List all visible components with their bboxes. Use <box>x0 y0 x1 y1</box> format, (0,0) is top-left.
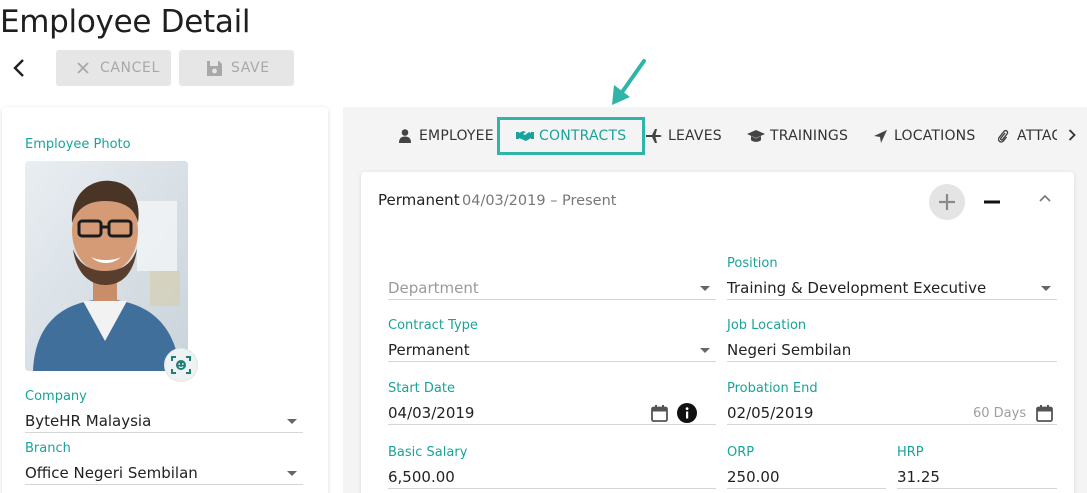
company-value: ByteHR Malaysia <box>25 412 152 430</box>
add-contract-button[interactable] <box>929 184 965 220</box>
tab-attachments[interactable]: ATTACH <box>994 118 1057 154</box>
chevron-left-icon <box>13 59 24 77</box>
remove-contract-button[interactable] <box>980 190 1004 214</box>
tab-contracts[interactable]: CONTRACTS <box>497 117 646 155</box>
chevron-right-icon <box>1068 129 1076 141</box>
position-value: Training & Development Executive <box>727 279 987 297</box>
start-date-field[interactable]: 04/03/2019 <box>388 401 716 425</box>
chevron-up-icon <box>1039 194 1051 202</box>
handshake-icon <box>516 128 534 144</box>
tab-label: CONTRACTS <box>539 128 627 144</box>
tab-label: ATTACH <box>1017 128 1057 144</box>
job-location-field[interactable]: Negeri Sembilan <box>727 338 1057 362</box>
company-select[interactable]: ByteHR Malaysia <box>25 409 303 433</box>
save-button[interactable]: SAVE <box>179 50 294 86</box>
employee-photo-label: Employee Photo <box>25 137 131 152</box>
contract-type-select[interactable]: Permanent <box>388 338 716 362</box>
probation-end-value: 02/05/2019 <box>727 404 814 422</box>
paperclip-icon <box>994 128 1012 144</box>
contract-period: 04/03/2019 – Present <box>462 193 617 209</box>
branch-select[interactable]: Office Negeri Sembilan <box>25 461 303 485</box>
hrp-value: 31.25 <box>897 468 940 486</box>
tab-label: TRAININGS <box>770 128 849 144</box>
caret-down-icon <box>700 348 710 353</box>
cancel-button[interactable]: CANCEL <box>56 50 171 86</box>
contract-type-label: Contract Type <box>388 318 478 333</box>
job-location-value: Negeri Sembilan <box>727 341 852 359</box>
hrp-field[interactable]: 31.25 <box>897 465 1057 489</box>
start-date-label: Start Date <box>388 381 455 396</box>
tab-label: LOCATIONS <box>894 128 976 144</box>
graduation-cap-icon <box>747 128 765 144</box>
tab-trainings[interactable]: TRAININGS <box>747 118 848 154</box>
face-scan-icon <box>171 356 191 374</box>
tab-label: EMPLOYEE <box>419 128 494 144</box>
basic-salary-field[interactable]: 6,500.00 <box>388 465 716 489</box>
position-select[interactable]: Training & Development Executive <box>727 276 1057 300</box>
start-date-value: 04/03/2019 <box>388 404 475 422</box>
department-select[interactable]: Department <box>388 276 716 300</box>
employee-photo <box>25 161 188 371</box>
tab-locations[interactable]: LOCATIONS <box>871 118 975 154</box>
calendar-icon[interactable] <box>1033 402 1055 424</box>
job-location-label: Job Location <box>727 318 807 333</box>
cancel-label: CANCEL <box>100 60 160 76</box>
tab-employee[interactable]: EMPLOYEE <box>396 118 494 154</box>
branch-value: Office Negeri Sembilan <box>25 464 198 482</box>
minus-icon <box>984 200 1000 204</box>
tab-scroll-next-button[interactable] <box>1063 122 1081 148</box>
orp-label: ORP <box>727 445 755 460</box>
caret-down-icon <box>287 419 297 424</box>
plane-icon <box>645 128 663 144</box>
contract-type-value: Permanent <box>388 341 470 359</box>
calendar-icon[interactable] <box>648 402 670 424</box>
collapse-button[interactable] <box>1033 186 1057 210</box>
basic-salary-value: 6,500.00 <box>388 468 455 486</box>
hrp-label: HRP <box>897 445 924 460</box>
orp-field[interactable]: 250.00 <box>727 465 886 489</box>
orp-value: 250.00 <box>727 468 780 486</box>
branch-label: Branch <box>25 441 71 456</box>
department-placeholder: Department <box>388 279 479 297</box>
probation-days: 60 Days <box>973 406 1027 421</box>
caret-down-icon <box>287 471 297 476</box>
position-label: Position <box>727 256 778 271</box>
back-button[interactable] <box>6 54 32 82</box>
page-title: Employee Detail <box>0 4 251 40</box>
probation-end-label: Probation End <box>727 381 818 396</box>
caret-down-icon <box>1041 286 1051 291</box>
tab-leaves[interactable]: LEAVES <box>645 118 722 154</box>
contract-type-title: Permanent <box>378 191 460 209</box>
save-label: SAVE <box>231 60 270 76</box>
info-icon[interactable] <box>676 402 698 424</box>
basic-salary-label: Basic Salary <box>388 445 468 460</box>
caret-down-icon <box>700 286 710 291</box>
location-arrow-icon <box>871 128 889 144</box>
annotation-arrow-icon <box>612 59 646 105</box>
probation-end-field[interactable]: 02/05/2019 60 Days <box>727 401 1057 425</box>
plus-icon <box>939 194 955 210</box>
tab-label: LEAVES <box>668 128 722 144</box>
floppy-disk-icon <box>203 59 225 77</box>
person-icon <box>396 128 414 144</box>
company-label: Company <box>25 389 87 404</box>
close-icon <box>72 59 94 77</box>
face-recognition-button[interactable] <box>164 348 198 382</box>
